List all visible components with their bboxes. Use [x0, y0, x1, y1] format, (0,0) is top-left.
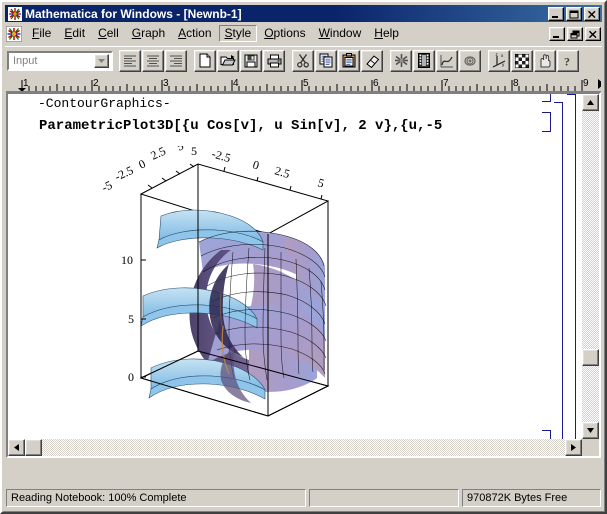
align-center-button[interactable]: [142, 49, 164, 72]
status-memory: 970872K Bytes Free: [467, 492, 568, 504]
print-button[interactable]: [263, 49, 285, 72]
help-button[interactable]: ?: [557, 49, 579, 72]
notebook-document[interactable]: -ContourGraphics- ParametricPlot3D[{u Co…: [6, 92, 601, 458]
svg-text:0: 0: [128, 370, 134, 384]
horizontal-scroll-thumb[interactable]: [25, 439, 42, 456]
mdi-minimize-button[interactable]: [549, 26, 565, 41]
minimize-button[interactable]: [548, 6, 564, 21]
status-message-panel: Reading Notebook: 100% Complete: [6, 489, 306, 507]
cell-bracket-contourgraphics[interactable]: [542, 94, 551, 102]
chevron-down-icon[interactable]: [94, 53, 109, 68]
scroll-right-arrow-icon[interactable]: [565, 439, 582, 456]
paste-button[interactable]: [338, 49, 360, 72]
status-bar: Reading Notebook: 100% Complete 970872K …: [6, 488, 601, 508]
hand-button[interactable]: [534, 49, 556, 72]
menu-item-options[interactable]: Options: [258, 25, 311, 42]
svg-text:8: 8: [513, 78, 519, 89]
svg-text:5: 5: [128, 312, 134, 326]
clear-button[interactable]: [361, 49, 383, 72]
maximize-button[interactable]: [566, 6, 582, 21]
cell-bracket-graphics3d[interactable]: [542, 430, 551, 439]
copy-button[interactable]: [315, 49, 337, 72]
document-spikey-icon[interactable]: [5, 25, 23, 42]
svg-text:x: x: [501, 53, 504, 58]
notebook-canvas[interactable]: -ContourGraphics- ParametricPlot3D[{u Co…: [8, 94, 582, 439]
svg-text:10: 10: [121, 253, 133, 267]
sound-button[interactable]: [459, 49, 481, 72]
toolbar: Input z x y ?: [5, 46, 602, 74]
scroll-up-arrow-icon[interactable]: [582, 94, 599, 111]
input-cell-parametricplot3d[interactable]: ParametricPlot3D[{u Cos[v], u Sin[v], 2 …: [39, 118, 442, 134]
graphics3d-plot[interactable]: -5 -2.5 0 2.5 5 5 -2.5 0 2.5 5 10 5 0: [99, 138, 373, 439]
svg-text:7: 7: [443, 78, 449, 89]
cell-bracket-input[interactable]: [542, 112, 551, 132]
svg-text:?: ?: [564, 54, 570, 68]
palette-button[interactable]: [390, 49, 412, 72]
vertical-scrollbar[interactable]: [582, 94, 599, 439]
mathematica-window: Mathematica for Windows - [Newnb-1] File…: [0, 0, 607, 514]
menu-item-cell[interactable]: Cell: [92, 25, 125, 42]
menu-item-style[interactable]: Style: [218, 25, 258, 42]
style-combo[interactable]: Input: [7, 50, 113, 71]
horizontal-scrollbar[interactable]: [8, 439, 582, 456]
status-middle-panel: [309, 489, 459, 507]
helicoid-surface-plot[interactable]: -5 -2.5 0 2.5 5 5 -2.5 0 2.5 5 10 5 0: [99, 138, 373, 439]
svg-text:5: 5: [191, 146, 197, 158]
mathematica-spikey-icon: [8, 6, 22, 21]
caption-buttons: [548, 6, 600, 21]
align-right-button[interactable]: [165, 49, 187, 72]
open-button[interactable]: [217, 49, 239, 72]
svg-text:1: 1: [23, 78, 29, 89]
svg-text:2: 2: [93, 78, 99, 89]
save-button[interactable]: [240, 49, 262, 72]
menu-bar: File Edit Cell Graph Action Style Option…: [5, 24, 602, 43]
status-message: Reading Notebook: 100% Complete: [11, 492, 187, 504]
scroll-left-arrow-icon[interactable]: [8, 439, 25, 456]
status-memory-panel: 970872K Bytes Free: [462, 489, 601, 507]
mdi-caption-buttons: [549, 26, 602, 41]
svg-text:5: 5: [303, 78, 309, 89]
vertical-scroll-track[interactable]: [582, 111, 599, 422]
menu-item-edit[interactable]: Edit: [58, 25, 91, 42]
svg-text:4: 4: [233, 78, 239, 89]
animate-button[interactable]: [413, 49, 435, 72]
style-combo-value: Input: [13, 54, 38, 67]
new-button[interactable]: [194, 49, 216, 72]
window-title: Mathematica for Windows - [Newnb-1]: [25, 6, 242, 21]
menu-item-help[interactable]: Help: [368, 25, 405, 42]
svg-text:9: 9: [583, 78, 589, 89]
align-left-button[interactable]: [119, 49, 141, 72]
svg-text:6: 6: [373, 78, 379, 89]
vertical-scroll-thumb[interactable]: [582, 349, 599, 366]
scrollbar-corner: [582, 439, 599, 456]
window-frame: Mathematica for Windows - [Newnb-1] File…: [0, 0, 607, 514]
cut-button[interactable]: [292, 49, 314, 72]
mdi-close-button[interactable]: [585, 26, 601, 41]
menu-item-file[interactable]: File: [26, 25, 57, 42]
menu-item-action[interactable]: Action: [172, 25, 217, 42]
menu-items: File Edit Cell Graph Action Style Option…: [26, 24, 549, 43]
axes-button[interactable]: z x y: [488, 49, 510, 72]
plot-button[interactable]: [436, 49, 458, 72]
output-cell-contourgraphics[interactable]: -ContourGraphics-: [38, 96, 171, 111]
ruler[interactable]: 1 2 3 4 5 6 7 8 9: [6, 76, 601, 92]
mdi-restore-button[interactable]: [567, 26, 583, 41]
svg-text:z: z: [495, 53, 498, 57]
horizontal-scroll-track[interactable]: [25, 439, 565, 456]
svg-text:y: y: [502, 62, 505, 67]
svg-text:3: 3: [163, 78, 169, 89]
close-button[interactable]: [584, 6, 600, 21]
scroll-down-arrow-icon[interactable]: [582, 422, 599, 439]
title-bar: Mathematica for Windows - [Newnb-1]: [5, 5, 602, 22]
checker-button[interactable]: [511, 49, 533, 72]
menu-item-graph[interactable]: Graph: [126, 25, 171, 42]
cell-group-bracket[interactable]: [554, 102, 563, 439]
notebook-bracket-outer[interactable]: [567, 94, 576, 439]
menu-item-window[interactable]: Window: [313, 25, 368, 42]
